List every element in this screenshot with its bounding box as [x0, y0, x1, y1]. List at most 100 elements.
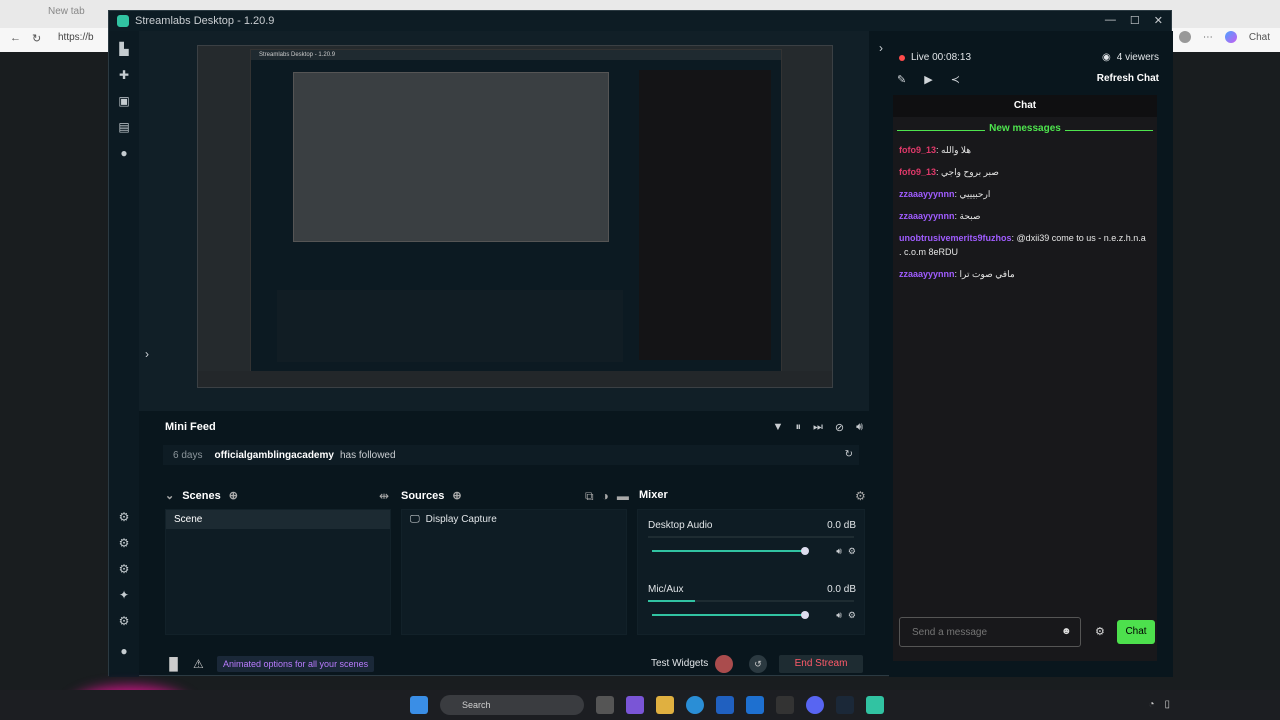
pause-icon[interactable]: ⏸ — [795, 421, 801, 434]
scene-transitions-icon[interactable]: ⇹ — [379, 489, 389, 503]
settings-icon[interactable]: ⚙ — [117, 615, 131, 627]
highlighter-icon[interactable]: ▤ — [117, 121, 131, 133]
tools-icon[interactable]: ⚙ — [117, 563, 131, 575]
minimize-icon[interactable]: — — [1105, 14, 1116, 27]
mixer-settings-icon[interactable]: ⚙ — [855, 489, 866, 503]
streamlabs-taskbar-icon[interactable] — [866, 696, 884, 714]
skip-icon[interactable]: ⏭ — [813, 421, 823, 434]
emoji-icon[interactable]: ☻ — [1061, 626, 1072, 637]
browser-url[interactable]: https://b — [58, 32, 94, 43]
send-chat-button[interactable]: Chat — [1117, 620, 1155, 644]
edge-icon[interactable] — [686, 696, 704, 714]
ai-icon[interactable]: ✦ — [117, 589, 131, 601]
add-scene-icon[interactable]: ⊕ — [229, 489, 238, 502]
maximize-icon[interactable]: ☐ — [1130, 14, 1140, 27]
preview-nested-window: Streamlabs Desktop - 1.20.9 — [250, 49, 782, 377]
source-item[interactable]: 🖵︎ Display Capture — [402, 510, 626, 529]
mini-feed-controls: ▼ ⏸ ⏭ ⊘ 🔊︎ — [773, 421, 863, 434]
file-explorer-icon[interactable] — [656, 696, 674, 714]
scenes-title: Scenes — [182, 489, 221, 502]
performance-icon[interactable]: ▐▌ — [165, 657, 182, 671]
editor-icon[interactable]: ▙ — [117, 43, 131, 55]
filter-icon[interactable]: ▼ — [773, 421, 784, 434]
end-stream-button[interactable]: End Stream — [779, 655, 863, 673]
windows-taskbar: Search ◔ ▯ — [0, 690, 1280, 720]
lock-icon[interactable]: ◑ — [602, 489, 609, 504]
volume-slider[interactable] — [652, 611, 809, 619]
store-icon[interactable] — [716, 696, 734, 714]
profile-icon[interactable]: ● — [117, 645, 131, 657]
chat-username[interactable]: fofo9_13 — [899, 145, 936, 155]
chat-username[interactable]: unobtrusivemerits9fuzhos — [899, 233, 1012, 243]
refresh-chat-button[interactable]: Refresh Chat — [1097, 73, 1159, 84]
chevron-right-icon[interactable]: › — [879, 41, 883, 55]
promo-banner[interactable]: Animated options for all your scenes — [217, 656, 375, 672]
app-store-icon[interactable]: ▣ — [117, 95, 131, 107]
profile-icon[interactable] — [1178, 31, 1191, 43]
chat-message-input[interactable] — [899, 617, 1081, 647]
record-button[interactable] — [715, 655, 733, 673]
mixer-channel-controls: 🔊︎ ⚙ — [836, 610, 856, 621]
streamlabs-window: Streamlabs Desktop - 1.20.9 — ☐ ✕ ▙ ✚ ▣ … — [108, 10, 1173, 677]
volume-icon[interactable]: 🔊︎ — [836, 610, 842, 621]
copy-source-icon[interactable]: ⧉ — [585, 489, 594, 504]
chat-username[interactable]: zzaaayyynnn — [899, 189, 955, 199]
video-icon[interactable]: ▶ — [924, 73, 932, 86]
repeat-alert-icon[interactable]: ↻ — [845, 449, 853, 460]
volume-icon[interactable]: 🔊︎ — [856, 421, 863, 434]
chat-username[interactable]: zzaaayyynnn — [899, 269, 955, 279]
edit-stream-icon[interactable]: ✎ — [897, 73, 906, 86]
windows-start-icon[interactable] — [410, 696, 428, 714]
preview-nested-panels — [277, 290, 623, 362]
task-view-icon[interactable] — [596, 696, 614, 714]
collapse-icon[interactable]: ⌄ — [165, 489, 174, 502]
level-meter — [648, 600, 854, 602]
chat-input-row: ☻ ⚙ Chat — [899, 617, 1155, 647]
event-user[interactable]: officialgamblingacademy — [214, 450, 333, 461]
browser-right-controls: ⋯ Chat — [1178, 31, 1270, 43]
chat-settings-icon[interactable]: ⚙ — [1095, 625, 1105, 638]
browser-chat-label[interactable]: Chat — [1249, 32, 1270, 43]
more-icon[interactable]: ⋯ — [1203, 32, 1213, 43]
taskbar-icons: Search — [410, 695, 884, 715]
alert-icon[interactable]: ⚠ — [193, 657, 204, 671]
taskbar-search[interactable]: Search — [440, 695, 584, 715]
reload-icon[interactable]: ↻ — [32, 32, 41, 45]
copilot-icon[interactable] — [1224, 31, 1237, 43]
folder-icon[interactable]: ▬ — [617, 489, 629, 504]
gear-icon[interactable]: ⚙ — [848, 610, 856, 621]
widgets-icon[interactable]: ⚙ — [117, 537, 131, 549]
chat-username[interactable]: zzaaayyynnn — [899, 211, 955, 221]
share-icon[interactable]: ≺ — [951, 73, 960, 86]
volume-slider[interactable] — [652, 547, 809, 555]
live-status: Live 00:08:13 — [899, 52, 971, 63]
volume-knob[interactable] — [800, 611, 809, 619]
window-title: Streamlabs Desktop - 1.20.9 — [135, 15, 275, 27]
recording-history-icon[interactable]: ● — [117, 147, 131, 159]
volume-knob[interactable] — [800, 547, 809, 555]
stream-preview[interactable]: Streamlabs Desktop - 1.20.9 — [197, 45, 833, 388]
themes-icon[interactable]: ✚ — [117, 69, 131, 81]
widgets-app-icon[interactable] — [626, 696, 644, 714]
app-icon[interactable] — [776, 696, 794, 714]
volume-icon[interactable]: 🔊︎ — [836, 546, 842, 557]
dashboard-icon[interactable]: ⚙ — [117, 511, 131, 523]
mail-icon[interactable] — [746, 696, 764, 714]
preview-nested-chat — [639, 70, 771, 360]
test-widgets-label[interactable]: Test Widgets — [651, 658, 708, 669]
browser-tab-new[interactable]: New tab — [48, 6, 85, 17]
chevron-right-icon[interactable]: › — [145, 347, 149, 361]
gear-icon[interactable]: ⚙ — [848, 546, 856, 557]
close-icon[interactable]: ✕ — [1154, 14, 1163, 27]
editor-area: › › Streamlabs Desktop - 1.20.9 — [139, 31, 883, 411]
speaker-icon[interactable]: ▯ — [1164, 699, 1170, 710]
network-icon[interactable]: ◔ — [1148, 699, 1154, 710]
mute-alerts-icon[interactable]: ⊘ — [835, 421, 844, 434]
steam-icon[interactable] — [836, 696, 854, 714]
chat-username[interactable]: fofo9_13 — [899, 167, 936, 177]
add-source-icon[interactable]: ⊕ — [452, 489, 461, 502]
back-icon[interactable]: ← — [10, 32, 21, 44]
replay-buffer-icon[interactable]: ↺ — [749, 655, 767, 673]
scene-item[interactable]: Scene — [166, 510, 390, 529]
discord-icon[interactable] — [806, 696, 824, 714]
